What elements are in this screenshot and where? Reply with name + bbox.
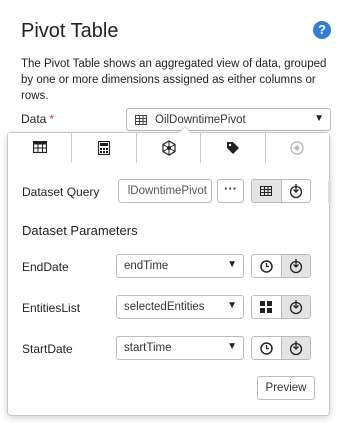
chevron-down-icon: ▼ <box>227 300 237 311</box>
preview-button[interactable]: Preview <box>257 376 315 400</box>
data-label-text: Data <box>21 112 47 126</box>
dataset-parameters-title: Dataset Parameters <box>22 223 138 238</box>
param-select-entitieslist[interactable]: selectedEntities ▼ <box>116 295 244 319</box>
tab-network[interactable] <box>136 133 202 163</box>
dataset-query-label: Dataset Query <box>22 185 100 199</box>
binding-icon <box>289 300 302 315</box>
data-select[interactable]: OilDowntimePivot ▼ <box>126 108 331 131</box>
binding-icon <box>289 184 302 199</box>
dataset-query-value: lDowntimePivot <box>127 185 207 197</box>
table-icon <box>32 141 47 153</box>
table-icon <box>135 115 147 125</box>
tab-disabled[interactable] <box>265 133 330 163</box>
more-options-button[interactable]: ··· <box>217 179 244 203</box>
clock-mode-button[interactable] <box>252 255 281 277</box>
param-label-entitieslist: EntitiesList <box>22 301 81 315</box>
binding-mode-button[interactable] <box>280 255 310 277</box>
clock-mode-button[interactable] <box>252 337 281 359</box>
param-value-startdate: startTime <box>124 342 172 354</box>
clock-icon <box>260 341 273 355</box>
binding-mode-button[interactable] <box>280 296 310 318</box>
chevron-down-icon: ▼ <box>314 113 324 124</box>
tab-calculator[interactable] <box>72 133 137 163</box>
param-value-entitieslist: selectedEntities <box>124 301 205 313</box>
binding-mode-button[interactable] <box>280 337 310 359</box>
page-title: Pivot Table <box>21 20 119 42</box>
table-mode-button[interactable] <box>252 180 281 202</box>
param-mode-toggle-enddate <box>251 254 311 278</box>
param-label-enddate: EndDate <box>22 260 69 274</box>
param-mode-toggle-startdate <box>251 336 311 360</box>
param-value-enddate: endTime <box>124 260 169 272</box>
grid-icon <box>260 301 273 313</box>
calculator-icon <box>98 141 111 155</box>
description-text: The Pivot Table shows an aggregated view… <box>21 58 327 102</box>
network-icon <box>161 140 176 156</box>
chevron-down-icon: ▼ <box>227 259 237 270</box>
circle-dot-icon <box>290 141 305 155</box>
param-select-startdate[interactable]: startTime ▼ <box>116 336 244 360</box>
param-label-startdate: StartDate <box>22 342 73 356</box>
binding-icon <box>289 259 302 274</box>
dataset-query-input[interactable]: lDowntimePivot <box>118 179 212 203</box>
scroll-edge <box>328 181 331 203</box>
data-select-value: OilDowntimePivot <box>155 114 246 126</box>
popover-arrow-inner <box>179 127 191 133</box>
help-icon[interactable]: ? <box>313 21 331 39</box>
query-mode-toggle <box>251 179 311 203</box>
tag-icon <box>226 142 239 154</box>
binding-icon <box>289 341 302 356</box>
popover-tabbar <box>8 133 330 163</box>
table-icon <box>260 186 273 196</box>
data-label: Data * <box>21 112 54 126</box>
clock-icon <box>260 259 273 273</box>
tab-table[interactable] <box>8 133 73 163</box>
param-select-enddate[interactable]: endTime ▼ <box>116 254 244 278</box>
required-marker: * <box>49 112 55 126</box>
param-mode-toggle-entitieslist <box>251 295 311 319</box>
tab-tag[interactable] <box>201 133 266 163</box>
data-popover: Dataset Query lDowntimePivot ··· Dataset… <box>7 132 331 416</box>
grid-mode-button[interactable] <box>252 296 281 318</box>
binding-mode-button[interactable] <box>280 180 311 202</box>
chevron-down-icon: ▼ <box>227 341 237 352</box>
